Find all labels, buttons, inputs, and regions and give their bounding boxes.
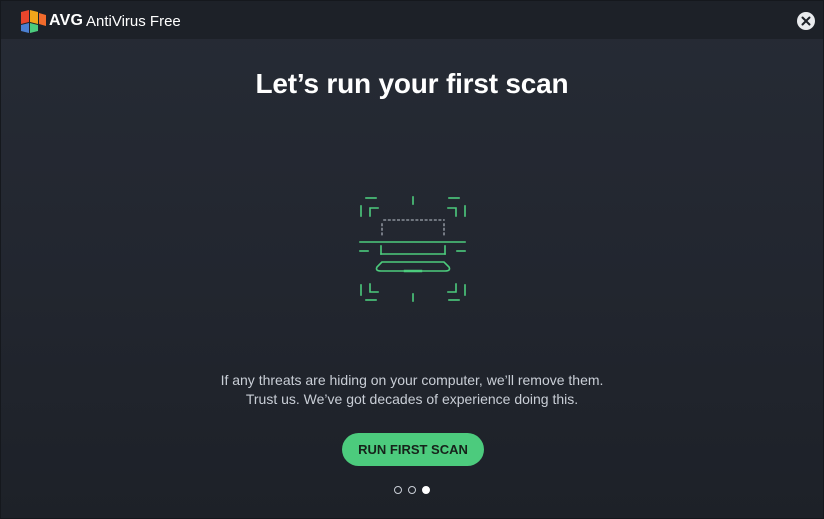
product-name: AntiVirus Free — [86, 13, 181, 30]
page-dot-3[interactable] — [422, 486, 430, 494]
description-line-1: If any threats are hiding on your comput… — [220, 372, 604, 388]
avg-logo-icon — [21, 10, 46, 33]
page-dot-2[interactable] — [408, 486, 416, 494]
brand-name: AVG — [49, 12, 84, 29]
run-first-scan-button[interactable]: RUN FIRST SCAN — [342, 433, 484, 466]
title-bar: AVG AntiVirus Free — [1, 1, 823, 39]
page-dot-1[interactable] — [394, 486, 402, 494]
close-icon — [801, 16, 811, 26]
description-line-2: Trust us. We’ve got decades of experienc… — [245, 391, 579, 407]
close-button[interactable] — [797, 12, 815, 30]
page-title: Let’s run your first scan — [255, 68, 569, 99]
description: If any threats are hiding on your comput… — [1, 371, 823, 409]
laptop-scan-icon — [359, 196, 466, 302]
pagination-dots — [394, 486, 434, 494]
avg-window: AVG AntiVirus Free Let’s run your first … — [0, 0, 824, 519]
